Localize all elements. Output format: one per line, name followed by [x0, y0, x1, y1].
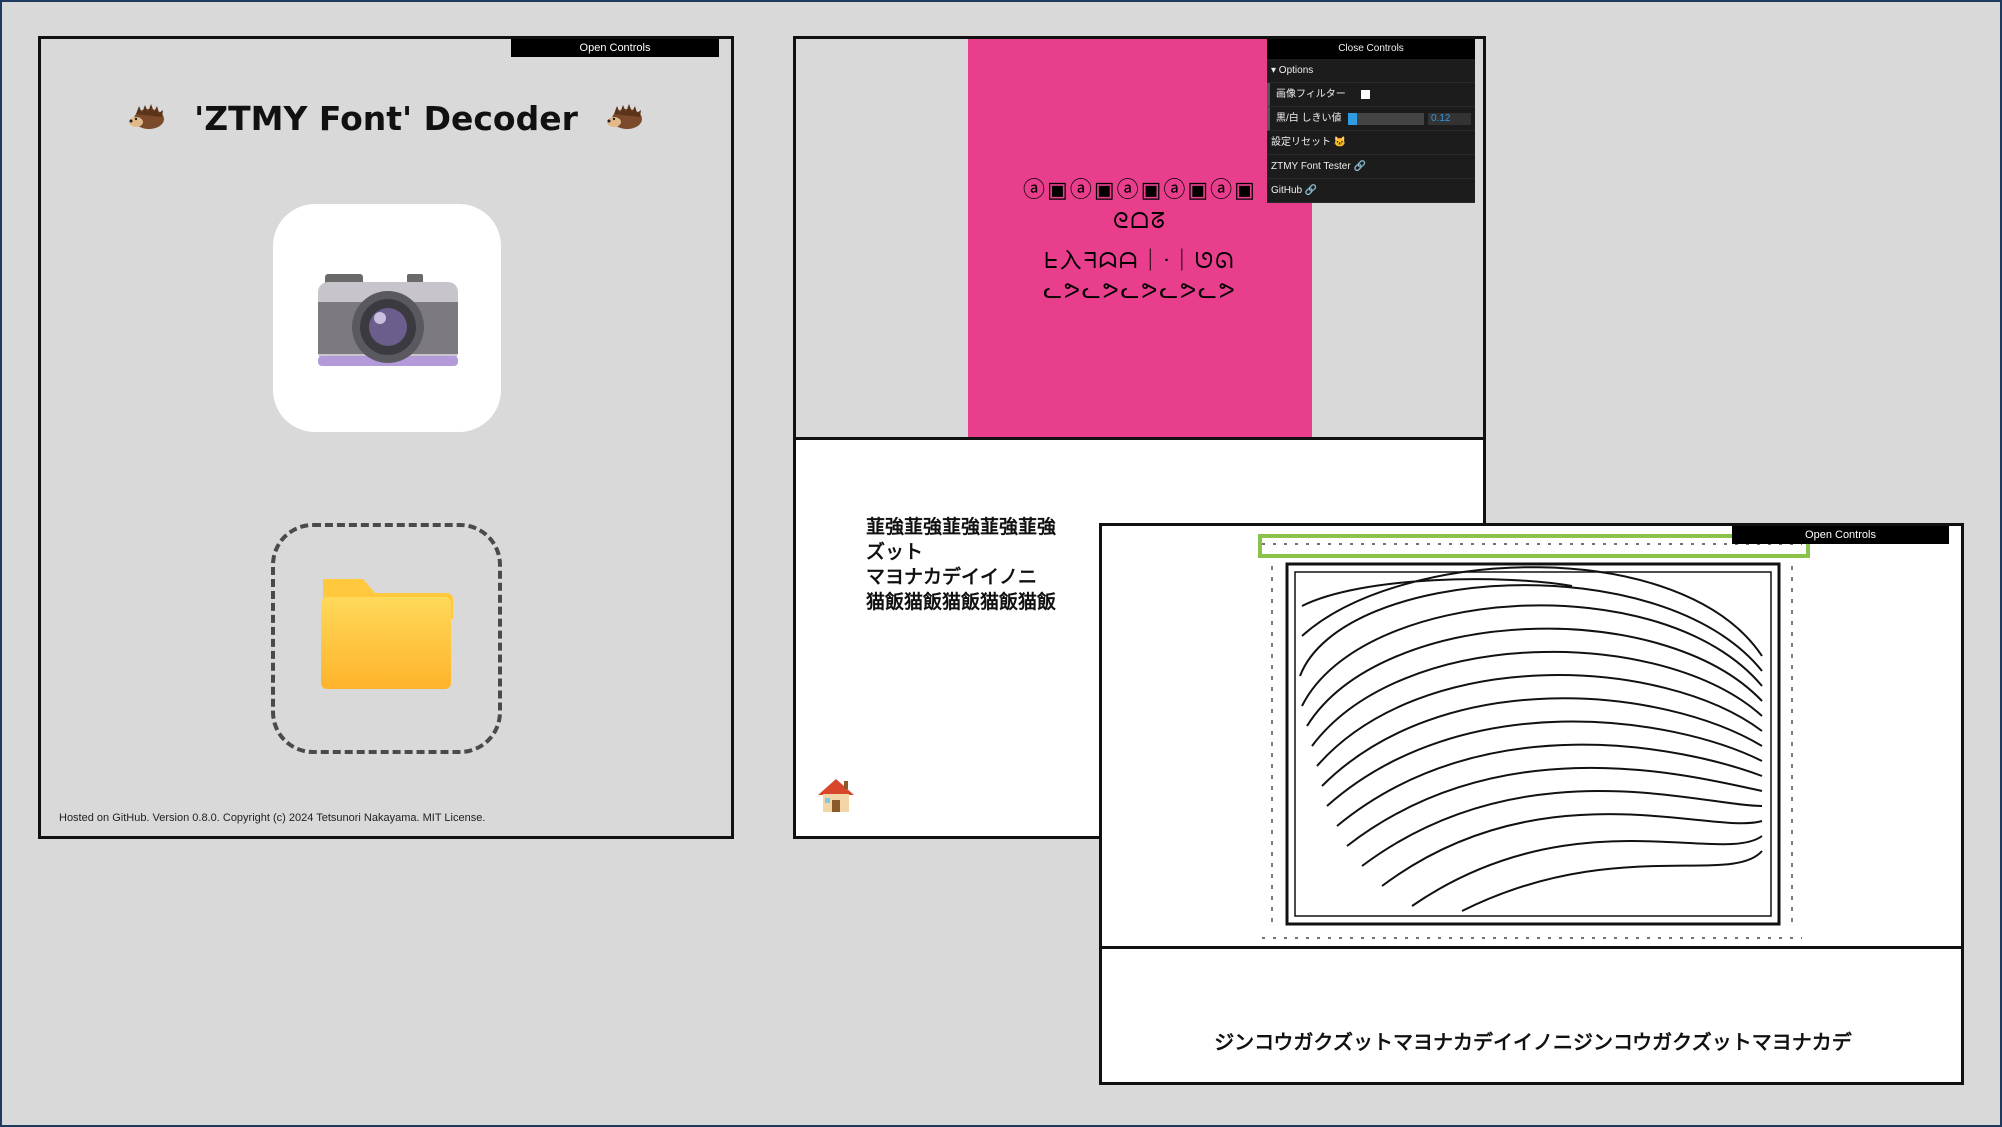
pink-font-card: ⓐ▣ⓐ▣ⓐ▣ⓐ▣ⓐ▣ ᘓᗝᘔ ᖶ入ᖷᗣᗩ｜ᐧ｜ᘎᘏ ᓚᕗᓚᕗᓚᕗᓚᕗᓚᕗ: [968, 39, 1312, 437]
link-icon: 🔗: [1304, 185, 1318, 196]
page-title: 'ZTMY Font' Decoder: [194, 99, 578, 138]
hedgehog-icon: [127, 102, 167, 136]
image-filter-row: 画像フィルター: [1267, 83, 1475, 107]
glyph-row: ⓐ▣ⓐ▣ⓐ▣ⓐ▣ⓐ▣: [1023, 178, 1257, 203]
scanned-document-image: [1258, 534, 1810, 939]
decoded-line: マヨナカデイイノニ: [866, 566, 1038, 588]
threshold-value[interactable]: 0.12: [1428, 113, 1471, 125]
decoded-line: 韮強韮強韮強韮強韮強: [866, 516, 1057, 538]
house-icon: [818, 779, 854, 812]
glyph-row: ᘓᗝᘔ: [1113, 209, 1167, 234]
home-button[interactable]: [816, 775, 856, 819]
hedgehog-icon: [605, 102, 645, 136]
threshold-label: 黒/白 しきい値: [1276, 113, 1342, 124]
threshold-slider[interactable]: [1348, 113, 1424, 125]
controls-panel: Close Controls ▾ Options 画像フィルター 黒/白 しきい…: [1267, 39, 1475, 203]
decoded-text: 韮強韮強韮強韮強韮強 ズット マヨナカデイイノニ 猫飯猫飯猫飯猫飯猫飯: [866, 515, 1056, 615]
open-controls-button[interactable]: Open Controls: [511, 39, 719, 57]
threshold-row: 黒/白 しきい値 0.12: [1267, 107, 1475, 131]
folder-icon: [321, 579, 453, 689]
title-row: 'ZTMY Font' Decoder: [41, 99, 731, 138]
image-filter-checkbox[interactable]: [1361, 90, 1370, 99]
preview-image-area: ⓐ▣ⓐ▣ⓐ▣ⓐ▣ⓐ▣ ᘓᗝᘔ ᖶ入ᖷᗣᗩ｜ᐧ｜ᘎᘏ ᓚᕗᓚᕗᓚᕗᓚᕗᓚᕗ Clo…: [796, 39, 1483, 440]
decoded-text: ジンコウガクズットマヨナカデイイノニジンコウガクズットマヨナカデ: [1214, 1030, 1852, 1054]
scanned-image: [1102, 526, 1961, 949]
image-filter-label: 画像フィルター: [1276, 89, 1346, 100]
decoded-line: ズット: [866, 541, 924, 563]
link-icon: 🔗: [1353, 161, 1366, 172]
close-controls-button[interactable]: Close Controls: [1267, 39, 1475, 59]
reset-settings-button[interactable]: 設定リセット 🐱: [1267, 131, 1475, 155]
cat-icon: 🐱: [1333, 137, 1347, 148]
options-folder[interactable]: ▾ Options: [1267, 59, 1475, 83]
decoded-line: 猫飯猫飯猫飯猫飯猫飯: [866, 591, 1057, 613]
threshold-slider-fill: [1348, 113, 1358, 125]
camera-button[interactable]: [273, 204, 501, 432]
font-tester-link[interactable]: ZTMY Font Tester 🔗: [1267, 155, 1475, 179]
github-link[interactable]: GitHub 🔗: [1267, 179, 1475, 203]
open-controls-button[interactable]: Open Controls: [1732, 526, 1949, 544]
decoder-home-panel: Open Controls 'ZTMY Font' Decoder Hosted…: [38, 36, 734, 839]
footer-text: Hosted on GitHub. Version 0.8.0. Copyrig…: [59, 812, 486, 824]
scan-panel: Open Controls ジンコウガクズットマヨナカデイイノニジンコウガクズッ…: [1099, 523, 1964, 1085]
camera-icon: [318, 274, 458, 366]
glyph-row: ᓚᕗᓚᕗᓚᕗᓚᕗᓚᕗ: [1043, 279, 1237, 304]
glyph-row: ᖶ入ᖷᗣᗩ｜ᐧ｜ᘎᘏ: [1044, 249, 1236, 274]
folder-upload-button[interactable]: [271, 523, 502, 754]
